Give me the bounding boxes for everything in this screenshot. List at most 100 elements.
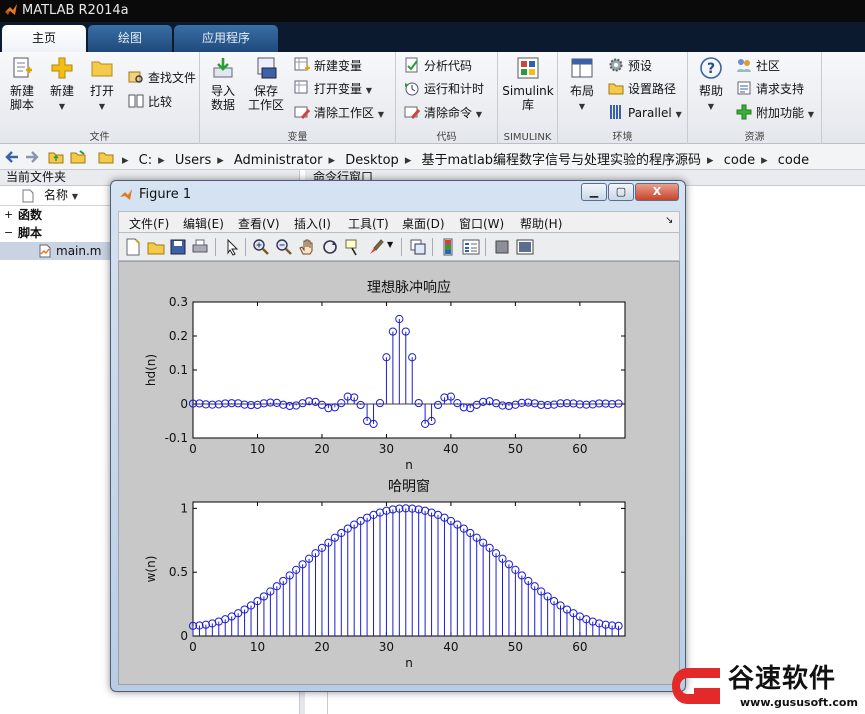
y-tick-label: 1 bbox=[180, 501, 188, 515]
collapse-toggle-icon[interactable]: − bbox=[4, 224, 13, 242]
compare-button[interactable]: 比较 bbox=[128, 92, 172, 112]
tree-file-label: main.m bbox=[56, 244, 102, 258]
new-script-button[interactable]: 新建 脚本 bbox=[4, 56, 40, 112]
legend-icon[interactable] bbox=[462, 238, 480, 256]
menu-file[interactable]: 文件(F) bbox=[129, 215, 169, 232]
import-data-label: 导入 数据 bbox=[210, 84, 235, 112]
minimize-button[interactable]: ▁ bbox=[581, 183, 607, 201]
colorbar-icon[interactable] bbox=[439, 238, 457, 256]
new-script-label: 新建 脚本 bbox=[9, 84, 34, 112]
clear-workspace-label: 清除工作区 bbox=[314, 106, 375, 120]
menu-tools[interactable]: 工具(T) bbox=[348, 215, 389, 232]
menu-dock-arrow-icon[interactable]: ↘ bbox=[665, 215, 673, 226]
root-folder-icon[interactable] bbox=[98, 149, 114, 165]
axes-title: 理想脉冲响应 bbox=[367, 279, 451, 296]
breadcrumb-separator-icon: ▸ bbox=[158, 153, 165, 168]
x-tick-label: 50 bbox=[508, 640, 523, 654]
zoom-out-icon[interactable] bbox=[275, 238, 293, 256]
brush-dropdown-icon[interactable]: ▼ bbox=[387, 240, 393, 249]
browse-folder-icon[interactable] bbox=[70, 149, 86, 165]
menu-help[interactable]: 帮助(H) bbox=[520, 215, 562, 232]
save-workspace-button[interactable]: 保存 工作区 bbox=[246, 56, 286, 112]
breadcrumb-segment[interactable]: C: bbox=[139, 153, 152, 168]
open-variable-button[interactable]: 打开变量 ▼ bbox=[294, 79, 372, 99]
breadcrumb-segment[interactable]: code bbox=[724, 153, 755, 168]
breadcrumb-segment[interactable]: code bbox=[778, 153, 809, 168]
save-workspace-icon bbox=[257, 57, 277, 79]
new-figure-icon[interactable] bbox=[124, 238, 142, 256]
new-label: 新建 bbox=[49, 84, 74, 98]
tab-apps[interactable]: 应用程序 bbox=[174, 25, 278, 52]
breadcrumb-separator-icon: ▸ bbox=[328, 153, 336, 168]
run-and-time-button[interactable]: 运行和计时 bbox=[404, 79, 484, 99]
save-icon[interactable] bbox=[169, 238, 187, 256]
breadcrumb-segment[interactable]: Administrator bbox=[234, 153, 323, 168]
pan-hand-icon[interactable] bbox=[298, 238, 316, 256]
y-tick-label: -0.1 bbox=[165, 431, 188, 445]
analyze-code-button[interactable]: 分析代码 bbox=[404, 56, 472, 76]
axes-ideal-impulse-response[interactable]: 0 10 20 30 40 50 60-0.100.10.20.3理想脉冲响应nhd(n) bbox=[144, 279, 626, 472]
chevron-down-icon: ▼ bbox=[58, 102, 66, 111]
pointer-icon[interactable] bbox=[223, 238, 241, 256]
new-variable-button[interactable]: 新建变量 bbox=[294, 56, 362, 76]
breadcrumb-segment[interactable]: Desktop bbox=[345, 153, 399, 168]
community-button[interactable]: 社区 bbox=[736, 56, 780, 76]
tab-plots[interactable]: 绘图 bbox=[88, 25, 172, 52]
preferences-button[interactable]: 预设 bbox=[608, 56, 652, 76]
help-button[interactable]: ? 帮助 ▼ bbox=[694, 56, 728, 114]
request-support-button[interactable]: 请求支持 bbox=[736, 79, 804, 99]
hide-plot-tools-icon[interactable] bbox=[493, 238, 511, 256]
menu-edit[interactable]: 编辑(E) bbox=[183, 215, 224, 232]
addons-button[interactable]: 附加功能 ▼ bbox=[736, 103, 814, 123]
toolbar-separator bbox=[432, 238, 433, 256]
import-data-button[interactable]: 导入 数据 bbox=[204, 56, 242, 112]
x-tick-label: 40 bbox=[443, 640, 458, 654]
menu-insert[interactable]: 插入(I) bbox=[294, 215, 331, 232]
x-tick-label: 10 bbox=[250, 442, 265, 456]
figure-window[interactable]: Figure 1 ▁ ▢ X 文件(F) 编辑(E) 查看(V) 插入(I) 工… bbox=[110, 180, 686, 692]
maximize-button[interactable]: ▢ bbox=[608, 183, 634, 201]
link-plot-icon[interactable] bbox=[409, 238, 427, 256]
breadcrumb-segment[interactable]: Users bbox=[175, 153, 211, 168]
simulink-library-button[interactable]: Simulink 库 bbox=[502, 56, 554, 112]
open-file-icon[interactable] bbox=[147, 238, 165, 256]
menu-view[interactable]: 查看(V) bbox=[238, 215, 280, 232]
axes-hamming-window[interactable]: 0 10 20 30 40 50 60 0 0.5 1 哈明窗 n w(n) bbox=[144, 478, 626, 670]
clear-workspace-button[interactable]: 清除工作区 ▼ bbox=[294, 103, 384, 123]
show-plot-tools-icon[interactable] bbox=[516, 238, 534, 256]
open-label: 打开 bbox=[89, 84, 114, 98]
brush-icon[interactable] bbox=[367, 238, 385, 256]
new-button[interactable]: 新建 ▼ bbox=[44, 56, 80, 114]
menu-window[interactable]: 窗口(W) bbox=[459, 215, 504, 232]
zoom-in-icon[interactable] bbox=[252, 238, 270, 256]
tab-home[interactable]: 主页 bbox=[2, 25, 86, 52]
request-support-label: 请求支持 bbox=[756, 82, 805, 96]
watermark-text: 谷速软件 bbox=[728, 664, 837, 694]
data-cursor-icon[interactable] bbox=[344, 238, 362, 256]
print-icon[interactable] bbox=[191, 238, 209, 256]
addons-label: 附加功能 bbox=[756, 106, 805, 120]
x-tick-label: 40 bbox=[443, 442, 458, 456]
expand-toggle-icon[interactable]: + bbox=[4, 206, 13, 224]
group-code: 分析代码 运行和计时 清除命令 ▼ 代码 bbox=[396, 52, 498, 144]
up-folder-icon[interactable] bbox=[48, 149, 64, 165]
x-tick-label: 20 bbox=[314, 442, 329, 456]
back-arrow-icon[interactable] bbox=[4, 149, 20, 165]
chevron-down-icon: ▼ bbox=[675, 110, 682, 119]
rotate-3d-icon[interactable] bbox=[321, 238, 339, 256]
svg-text:?: ? bbox=[707, 61, 715, 77]
x-axis-label: n bbox=[405, 656, 413, 670]
close-button[interactable]: X bbox=[635, 183, 679, 201]
breadcrumb-segment[interactable]: 基于matlab编程数字信号与处理实验的程序源码 bbox=[421, 153, 701, 168]
group-environment: 布局 ▼ 预设 设置路径 Parallel ▼ 环境 bbox=[558, 52, 688, 144]
parallel-button[interactable]: Parallel ▼ bbox=[608, 103, 682, 123]
toolbar-separator bbox=[485, 238, 486, 256]
clear-commands-button[interactable]: 清除命令 ▼ bbox=[404, 103, 482, 123]
title-bar: MATLAB R2014a bbox=[0, 0, 865, 22]
forward-arrow-icon[interactable] bbox=[24, 149, 40, 165]
layout-button[interactable]: 布局 ▼ bbox=[562, 56, 602, 114]
open-button[interactable]: 打开 ▼ bbox=[84, 56, 120, 114]
find-files-button[interactable]: 查找文件 bbox=[128, 68, 196, 88]
set-path-button[interactable]: 设置路径 bbox=[608, 79, 676, 99]
menu-desktop[interactable]: 桌面(D) bbox=[402, 215, 445, 232]
